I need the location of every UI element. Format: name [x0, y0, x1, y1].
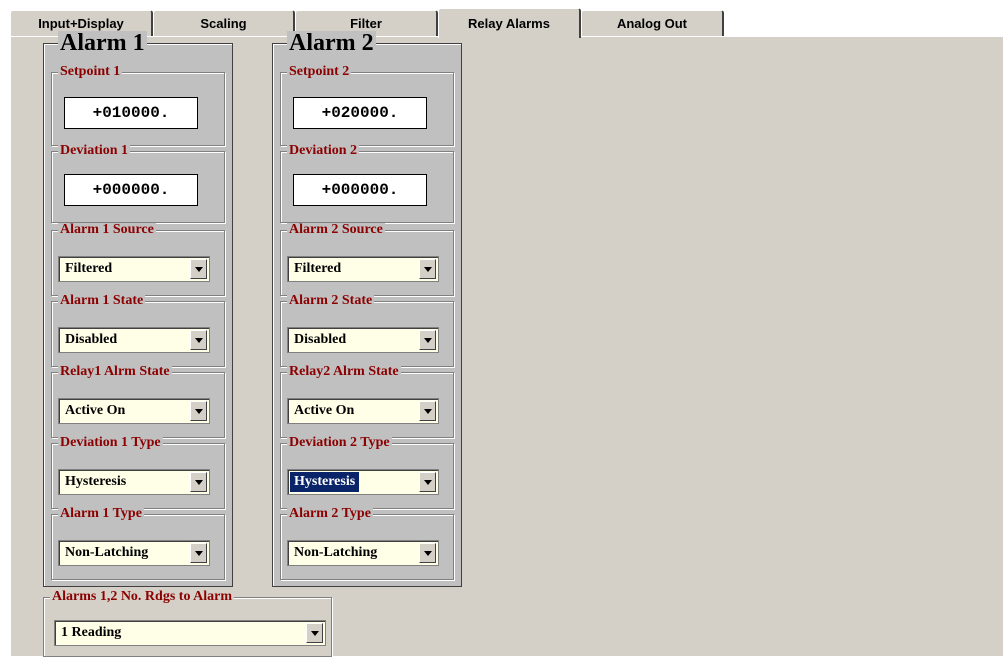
- deviation-1-type-select[interactable]: Hysteresis: [58, 469, 210, 495]
- alarm-1-title: Alarm 1: [58, 30, 147, 56]
- deviation-1-label: Deviation 1: [58, 143, 131, 158]
- tab-label: Relay Alarms: [468, 16, 550, 31]
- selected-value: Disabled: [294, 332, 347, 347]
- dropdown-button[interactable]: [419, 401, 436, 421]
- tab-label: Analog Out: [616, 16, 688, 31]
- selected-value: Non-Latching: [294, 545, 378, 560]
- setpoint-2-input[interactable]: +020000.: [293, 97, 427, 129]
- tab-label: Input+Display: [38, 16, 124, 31]
- readings-to-alarm-label: Alarms 1,2 No. Rdgs to Alarm: [50, 589, 235, 604]
- dropdown-button[interactable]: [190, 472, 207, 492]
- alarm-1-type-select[interactable]: Non-Latching: [58, 540, 210, 566]
- relay-2-state-group: Relay2 Alrm State Active On: [280, 365, 454, 438]
- alarm-1-type-label: Alarm 1 Type: [58, 506, 144, 521]
- alarm-1-state-group: Alarm 1 State Disabled: [51, 294, 225, 367]
- tab-relay-alarms[interactable]: Relay Alarms: [438, 8, 581, 38]
- alarm-1-state-select[interactable]: Disabled: [58, 327, 210, 353]
- alarm-2-type-group: Alarm 2 Type Non-Latching: [280, 507, 454, 580]
- chevron-down-icon: [424, 338, 432, 343]
- selected-value: Hysteresis: [290, 472, 360, 492]
- alarm-2-state-label: Alarm 2 State: [287, 293, 375, 308]
- deviation-2-label: Deviation 2: [287, 143, 360, 158]
- tab-analog-out[interactable]: Analog Out: [581, 10, 724, 36]
- chevron-down-icon: [424, 551, 432, 556]
- alarm-1-column: Alarm 1 Setpoint 1 +010000. Deviation 1 …: [43, 31, 233, 587]
- alarm-1-state-label: Alarm 1 State: [58, 293, 146, 308]
- selected-value: 1 Reading: [61, 625, 122, 640]
- alarm-2-type-select[interactable]: Non-Latching: [287, 540, 439, 566]
- chevron-down-icon: [195, 551, 203, 556]
- chevron-down-icon: [311, 631, 319, 636]
- dropdown-button[interactable]: [190, 259, 207, 279]
- chevron-down-icon: [195, 480, 203, 485]
- selected-value: Active On: [65, 403, 126, 418]
- setpoint-1-group: Setpoint 1 +010000.: [51, 65, 225, 146]
- selected-value: Active On: [294, 403, 355, 418]
- tab-label: Filter: [350, 16, 382, 31]
- alarm-1-source-group: Alarm 1 Source Filtered: [51, 223, 225, 296]
- selected-value: Filtered: [65, 261, 113, 276]
- chevron-down-icon: [195, 267, 203, 272]
- relay-2-state-label: Relay2 Alrm State: [287, 364, 401, 379]
- tab-strip: Input+Display Scaling Filter Relay Alarm…: [0, 0, 1003, 38]
- deviation-1-type-group: Deviation 1 Type Hysteresis: [51, 436, 225, 509]
- deviation-2-type-label: Deviation 2 Type: [287, 435, 392, 450]
- dropdown-button[interactable]: [306, 623, 323, 643]
- relay-alarms-panel: Alarm 1 Setpoint 1 +010000. Deviation 1 …: [10, 31, 1003, 657]
- alarm-2-source-label: Alarm 2 Source: [287, 222, 385, 237]
- alarm-1-source-label: Alarm 1 Source: [58, 222, 156, 237]
- alarm-2-title: Alarm 2: [287, 30, 376, 56]
- setpoint-1-input[interactable]: +010000.: [64, 97, 198, 129]
- alarm-2-type-label: Alarm 2 Type: [287, 506, 373, 521]
- setpoint-2-group: Setpoint 2 +020000.: [280, 65, 454, 146]
- selected-value: Disabled: [65, 332, 118, 347]
- dropdown-button[interactable]: [190, 543, 207, 563]
- setpoint-2-label: Setpoint 2: [287, 64, 352, 79]
- alarm-1-group: Alarm 1 Setpoint 1 +010000. Deviation 1 …: [43, 31, 233, 587]
- relay-1-state-label: Relay1 Alrm State: [58, 364, 172, 379]
- alarm-2-column: Alarm 2 Setpoint 2 +020000. Deviation 2 …: [272, 31, 462, 587]
- readings-to-alarm-group: Alarms 1,2 No. Rdgs to Alarm 1 Reading: [43, 590, 332, 657]
- dropdown-button[interactable]: [419, 472, 436, 492]
- relay-1-state-group: Relay1 Alrm State Active On: [51, 365, 225, 438]
- dropdown-button[interactable]: [190, 330, 207, 350]
- deviation-2-input[interactable]: +000000.: [293, 174, 427, 206]
- deviation-2-type-group: Deviation 2 Type Hysteresis: [280, 436, 454, 509]
- chevron-down-icon: [424, 267, 432, 272]
- alarm-1-source-select[interactable]: Filtered: [58, 256, 210, 282]
- dropdown-button[interactable]: [190, 401, 207, 421]
- alarm-2-state-group: Alarm 2 State Disabled: [280, 294, 454, 367]
- setpoint-1-label: Setpoint 1: [58, 64, 123, 79]
- alarm-2-source-select[interactable]: Filtered: [287, 256, 439, 282]
- chevron-down-icon: [195, 409, 203, 414]
- alarm-2-state-select[interactable]: Disabled: [287, 327, 439, 353]
- chevron-down-icon: [424, 480, 432, 485]
- tab-label: Scaling: [200, 16, 247, 31]
- dropdown-button[interactable]: [419, 543, 436, 563]
- selected-value: Non-Latching: [65, 545, 149, 560]
- chevron-down-icon: [195, 338, 203, 343]
- dropdown-button[interactable]: [419, 330, 436, 350]
- deviation-2-type-select[interactable]: Hysteresis: [287, 469, 439, 495]
- selected-value: Filtered: [294, 261, 342, 276]
- relay-2-state-select[interactable]: Active On: [287, 398, 439, 424]
- tab-scaling[interactable]: Scaling: [153, 10, 295, 36]
- alarm-2-group: Alarm 2 Setpoint 2 +020000. Deviation 2 …: [272, 31, 462, 587]
- readings-to-alarm-select[interactable]: 1 Reading: [54, 620, 326, 646]
- selected-value: Hysteresis: [65, 474, 127, 489]
- deviation-1-input[interactable]: +000000.: [64, 174, 198, 206]
- deviation-1-type-label: Deviation 1 Type: [58, 435, 163, 450]
- alarm-1-type-group: Alarm 1 Type Non-Latching: [51, 507, 225, 580]
- deviation-2-group: Deviation 2 +000000.: [280, 144, 454, 223]
- alarm-2-source-group: Alarm 2 Source Filtered: [280, 223, 454, 296]
- dropdown-button[interactable]: [419, 259, 436, 279]
- relay-1-state-select[interactable]: Active On: [58, 398, 210, 424]
- deviation-1-group: Deviation 1 +000000.: [51, 144, 225, 223]
- chevron-down-icon: [424, 409, 432, 414]
